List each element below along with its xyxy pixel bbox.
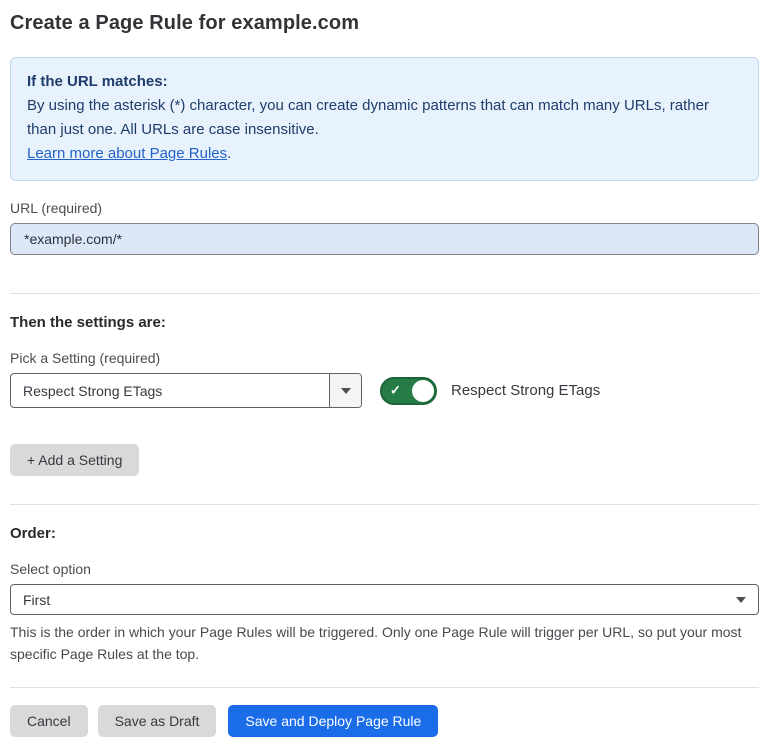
info-box-body: By using the asterisk (*) character, you… bbox=[27, 94, 742, 142]
order-section-heading: Order: bbox=[10, 525, 759, 542]
setting-toggle[interactable]: ✓ bbox=[380, 377, 437, 405]
link-suffix: . bbox=[227, 145, 231, 162]
setting-toggle-label: Respect Strong ETags bbox=[451, 382, 600, 399]
add-setting-button[interactable]: + Add a Setting bbox=[10, 444, 139, 476]
setting-toggle-group: ✓ Respect Strong ETags bbox=[380, 377, 600, 405]
toggle-knob bbox=[412, 380, 434, 402]
pick-setting-label: Pick a Setting (required) bbox=[10, 350, 759, 366]
info-box-heading: If the URL matches: bbox=[27, 70, 742, 94]
page-title: Create a Page Rule for example.com bbox=[10, 12, 759, 35]
chevron-down-icon bbox=[341, 388, 351, 394]
info-box-link-line: Learn more about Page Rules. bbox=[27, 142, 742, 166]
setting-row: Respect Strong ETags ✓ Respect Strong ET… bbox=[10, 373, 759, 408]
footer-actions: Cancel Save as Draft Save and Deploy Pag… bbox=[10, 705, 759, 737]
save-draft-button[interactable]: Save as Draft bbox=[98, 705, 217, 737]
check-icon: ✓ bbox=[390, 382, 401, 398]
url-input[interactable] bbox=[10, 223, 759, 255]
cancel-button[interactable]: Cancel bbox=[10, 705, 88, 737]
save-deploy-button[interactable]: Save and Deploy Page Rule bbox=[228, 705, 438, 737]
url-field-label: URL (required) bbox=[10, 200, 759, 216]
section-divider bbox=[10, 504, 759, 505]
order-select[interactable]: First bbox=[10, 584, 759, 615]
setting-select[interactable]: Respect Strong ETags bbox=[10, 373, 362, 408]
chevron-down-icon bbox=[736, 597, 746, 603]
order-select-value: First bbox=[23, 592, 736, 608]
setting-select-value: Respect Strong ETags bbox=[11, 374, 329, 407]
section-divider bbox=[10, 293, 759, 294]
footer-divider bbox=[10, 687, 759, 688]
url-match-info-box: If the URL matches: By using the asteris… bbox=[10, 57, 759, 181]
order-select-label: Select option bbox=[10, 561, 759, 577]
learn-more-link[interactable]: Learn more about Page Rules bbox=[27, 145, 227, 162]
settings-section-heading: Then the settings are: bbox=[10, 314, 759, 331]
setting-select-arrow-button[interactable] bbox=[329, 374, 361, 407]
order-help-text: This is the order in which your Page Rul… bbox=[10, 621, 759, 665]
